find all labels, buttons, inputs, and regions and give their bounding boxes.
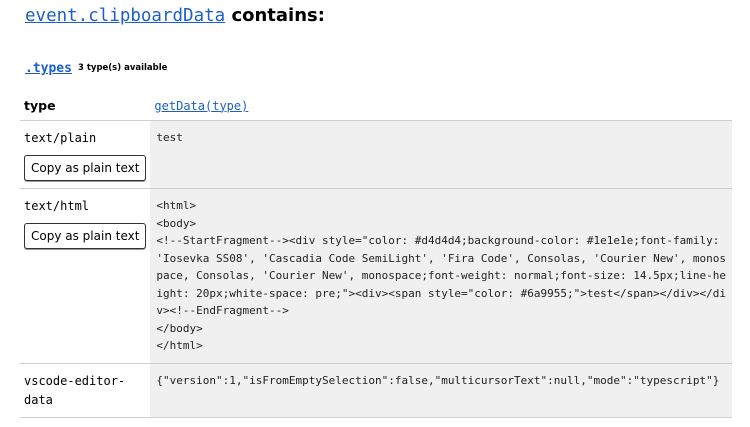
table-row: vscode-editor-data {"version":1,"isFromE…: [20, 363, 732, 418]
copy-plain-text-button[interactable]: Copy as plain text: [24, 155, 147, 181]
data-value-cell: {"version":1,"isFromEmptySelection":fals…: [150, 363, 732, 418]
data-value-cell: test: [150, 120, 732, 189]
getdata-column-header: getData(type): [150, 90, 732, 121]
table-header-row: type getData(type): [20, 90, 732, 121]
types-count: 3 type(s) available: [77, 63, 168, 73]
type-name: text/html: [24, 199, 90, 213]
types-link[interactable]: .types: [25, 61, 72, 76]
type-cell: vscode-editor-data: [20, 363, 151, 418]
type-name: text/plain: [24, 131, 97, 145]
heading-suffix: contains:: [225, 5, 325, 26]
type-column-header: type: [20, 90, 151, 121]
page-heading: event.clipboardData contains:: [25, 5, 325, 26]
data-value-cell: <html> <body> <!--StartFragment--><div s…: [150, 188, 732, 364]
types-subheading: .types 3 type(s) available: [25, 57, 167, 76]
table-row: text/html Copy as plain text <html> <bod…: [20, 188, 732, 364]
type-name: vscode-editor-data: [24, 373, 126, 407]
type-cell: text/html Copy as plain text: [20, 188, 151, 364]
copy-plain-text-button[interactable]: Copy as plain text: [24, 223, 147, 249]
types-table: type getData(type) text/plain Copy as pl…: [20, 90, 732, 418]
clipboard-inspector-page: event.clipboardData contains: .types 3 ty…: [0, 0, 750, 427]
getdata-link[interactable]: getData(type): [154, 99, 248, 113]
table-row: text/plain Copy as plain text test: [20, 120, 732, 189]
clipboarddata-link[interactable]: event.clipboardData: [25, 6, 225, 26]
type-cell: text/plain Copy as plain text: [20, 120, 151, 189]
